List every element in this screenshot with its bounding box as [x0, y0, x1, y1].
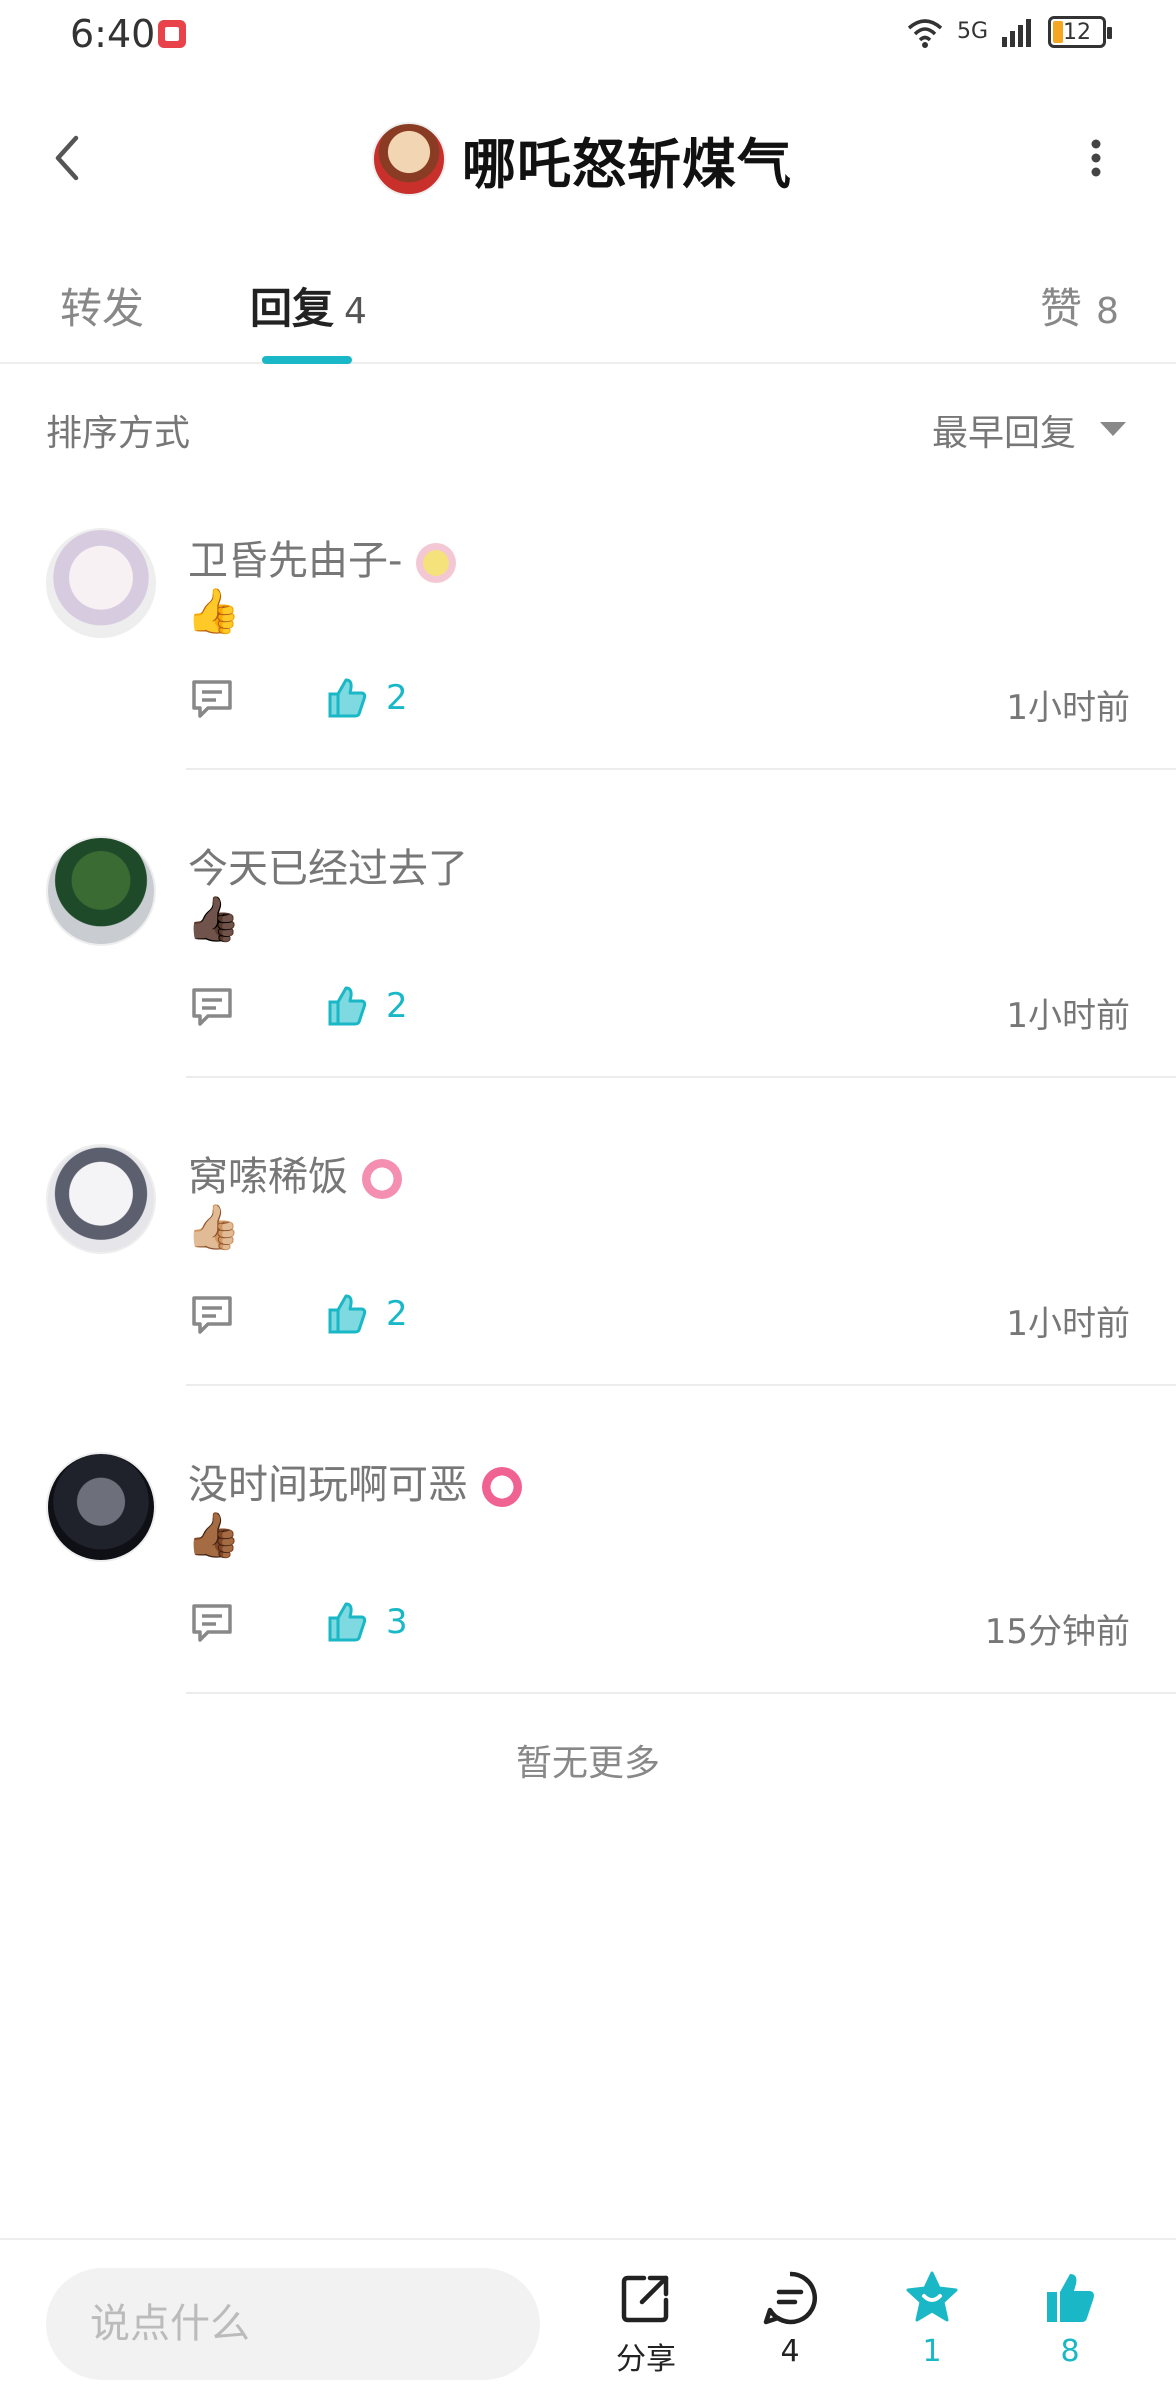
like-count: 3	[386, 1602, 408, 1642]
no-more-label: 暂无更多	[515, 1743, 660, 1784]
divider	[186, 1692, 1176, 1694]
comment-author-name: 窝嗦稀饭	[188, 1154, 348, 1200]
reply-icon[interactable]	[190, 678, 234, 720]
user-badge-icon	[362, 1159, 402, 1199]
network-type: 5G	[956, 19, 988, 44]
share-icon	[621, 2275, 669, 2323]
status-bar: 6:40 5G 12	[0, 0, 1176, 70]
reply-icon[interactable]	[190, 1294, 234, 1336]
status-time: 6:40	[70, 12, 156, 56]
comment-input[interactable]: 说点什么	[46, 2268, 540, 2380]
top-nav: 哪吒怒斩煤气	[0, 110, 1176, 200]
like-count: 2	[386, 678, 408, 718]
comment-item: 窝嗦稀饭 👍🏼 2 1小时前	[0, 1144, 1176, 1452]
tab-reply-label: 回复	[250, 284, 335, 333]
thumbs-up-icon[interactable]	[326, 1292, 368, 1336]
tab-like-label: 赞	[1040, 284, 1083, 333]
user-badge-icon	[416, 543, 457, 583]
comment-bubble-icon	[763, 2271, 817, 2325]
comment-author[interactable]: 窝嗦稀饭	[188, 1144, 402, 1202]
battery-icon: 12	[1048, 16, 1112, 48]
signal-icon	[1002, 19, 1031, 47]
reply-icon[interactable]	[190, 1602, 234, 1644]
comment-content: 👍🏾	[186, 1510, 241, 1561]
user-badge-icon	[482, 1467, 522, 1507]
avatar[interactable]	[46, 836, 156, 946]
comment-item: 没时间玩啊可恶 👍🏾 3 15分钟前	[0, 1452, 1176, 1760]
thumbs-up-icon[interactable]	[326, 984, 368, 1028]
like-total-count: 8	[1060, 2334, 1080, 2369]
tab-repost[interactable]: 转发	[60, 275, 144, 336]
star-smile-icon	[906, 2271, 958, 2322]
battery-level: 12	[1063, 19, 1091, 45]
active-tab-indicator	[262, 356, 352, 364]
thumbs-up-icon[interactable]	[326, 1600, 368, 1644]
tab-repost-label: 转发	[60, 284, 145, 333]
comment-author-name: 没时间玩啊可恶	[188, 1462, 468, 1508]
comment-time: 15分钟前	[984, 1612, 1130, 1652]
sort-row: 排序方式 最早回复	[0, 400, 1176, 460]
sort-label: 排序方式	[46, 413, 191, 454]
like-count: 2	[386, 1294, 408, 1334]
bottom-action-bar: 说点什么 分享 4 1 8	[0, 2238, 1176, 2400]
like-count: 2	[386, 986, 408, 1026]
comment-time: 1小时前	[1006, 688, 1130, 728]
divider	[186, 1076, 1176, 1078]
comment-author[interactable]: 没时间玩啊可恶	[188, 1452, 522, 1510]
comment-author-name: 今天已经过去了	[188, 846, 468, 892]
comment-count: 4	[780, 2334, 800, 2369]
favorite-count: 1	[922, 2334, 942, 2369]
comment-item: 卫昏先由子- 👍 2 1小时前	[0, 528, 1176, 836]
caret-down-icon[interactable]	[1100, 422, 1126, 436]
share-label: 分享	[616, 2342, 676, 2377]
comment-button[interactable]: 4	[740, 2270, 840, 2369]
avatar[interactable]	[46, 528, 156, 638]
tab-bar: 转发 回复 4 赞8	[0, 260, 1176, 364]
divider	[186, 768, 1176, 770]
avatar[interactable]	[46, 1452, 156, 1562]
divider	[186, 1384, 1176, 1386]
back-arrow-icon[interactable]	[42, 128, 92, 188]
thumbs-up-filled-icon	[1047, 2274, 1094, 2322]
status-icons: 5G 12	[905, 16, 1112, 48]
tab-reply-count: 4	[344, 291, 367, 332]
comment-author-name: 卫昏先由子-	[188, 538, 403, 584]
thumbs-up-icon[interactable]	[326, 676, 368, 720]
sort-dropdown[interactable]: 最早回复	[932, 404, 1076, 456]
tab-like-count: 8	[1096, 291, 1119, 332]
favorite-button[interactable]: 1	[882, 2270, 982, 2369]
page-title[interactable]: 哪吒怒斩煤气	[462, 120, 792, 199]
comment-time: 1小时前	[1006, 1304, 1130, 1344]
like-button[interactable]: 8	[1020, 2270, 1120, 2369]
comment-content: 👍	[186, 586, 241, 637]
comment-item: 今天已经过去了 👍🏿 2 1小时前	[0, 836, 1176, 1144]
wifi-icon	[907, 19, 943, 48]
comment-author[interactable]: 今天已经过去了	[188, 836, 468, 894]
tab-like[interactable]: 赞8	[1040, 275, 1119, 336]
app-notification-icon	[158, 20, 186, 48]
avatar[interactable]	[46, 1144, 156, 1254]
comment-time: 1小时前	[1006, 996, 1130, 1036]
comment-content: 👍🏼	[186, 1202, 241, 1253]
more-options-icon[interactable]	[1080, 128, 1112, 188]
comment-content: 👍🏿	[186, 894, 241, 945]
tab-reply[interactable]: 回复 4	[250, 275, 367, 336]
poster-avatar[interactable]	[372, 122, 446, 196]
reply-icon[interactable]	[190, 986, 234, 1028]
share-button[interactable]: 分享	[596, 2270, 696, 2378]
comment-author[interactable]: 卫昏先由子-	[188, 528, 457, 586]
